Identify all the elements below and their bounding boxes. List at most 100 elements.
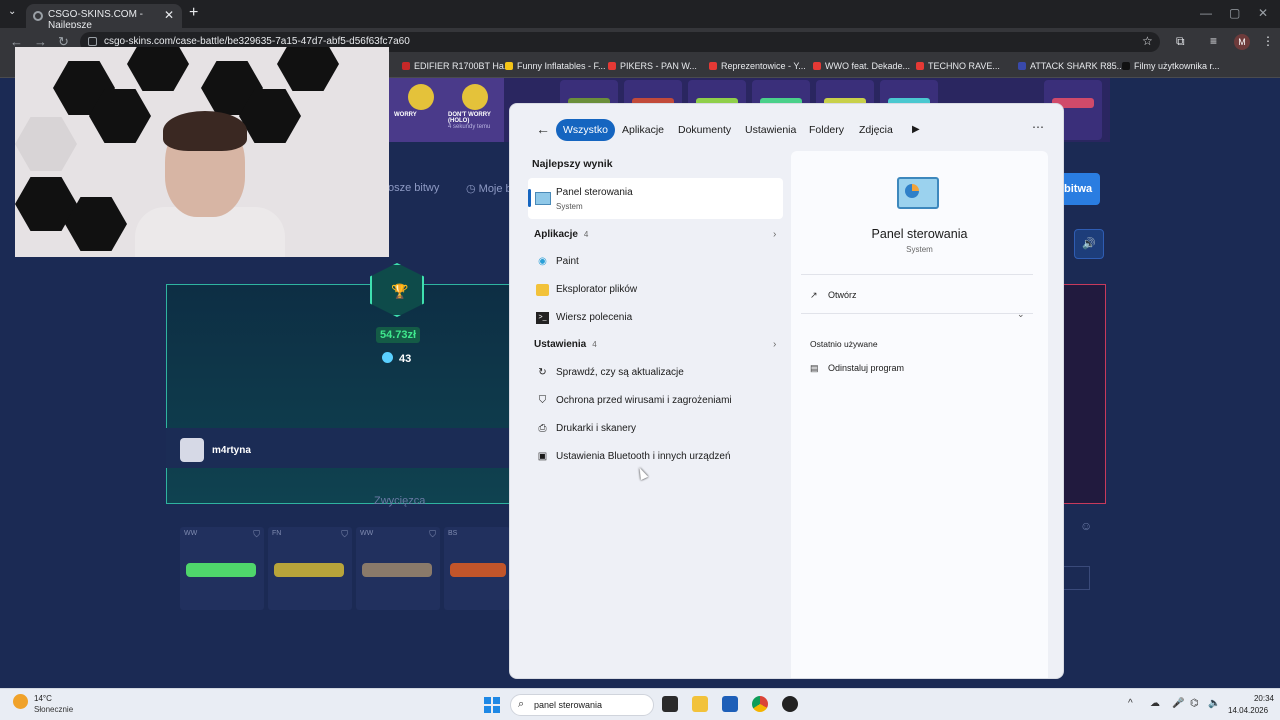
- drop-card-sticker[interactable]: DON'T WORRY (HOLO) 4 sekundy temu: [442, 78, 504, 142]
- bookmark-item[interactable]: Filmy użytkownika r...: [1122, 61, 1220, 71]
- media-icon[interactable]: ≡: [1210, 34, 1217, 48]
- cloud-icon[interactable]: ☁: [1150, 698, 1160, 709]
- file-explorer-icon[interactable]: [692, 696, 708, 712]
- tab-all[interactable]: Wszystko: [556, 119, 615, 141]
- open-action[interactable]: ↗ Otwórz: [810, 290, 857, 301]
- open-external-icon: ↗: [810, 290, 818, 300]
- best-result-item[interactable]: Panel sterowania System: [528, 178, 783, 219]
- url-text: csgo-skins.com/case-battle/be329635-7a15…: [104, 36, 410, 47]
- winner-item-card[interactable]: WW ⛉: [356, 527, 440, 610]
- settings-expand-chevron-icon[interactable]: ›: [773, 339, 776, 350]
- network-icon[interactable]: ⌬: [1190, 698, 1199, 709]
- weapon-skin-icon: [362, 563, 432, 577]
- sticker-icon: [462, 84, 488, 110]
- speaker-icon[interactable]: 🔈: [1208, 698, 1220, 709]
- bookmark-star-icon[interactable]: ☆: [1142, 34, 1153, 48]
- more-tabs-play-icon[interactable]: ▶: [912, 124, 920, 135]
- volume-icon[interactable]: 🔊: [1074, 229, 1104, 259]
- winner-item-card[interactable]: FN ⛉: [268, 527, 352, 610]
- tray-overflow-chevron-icon[interactable]: ^: [1128, 698, 1133, 709]
- refresh-icon: ↻: [538, 367, 547, 378]
- bookmark-favicon-icon: [1018, 62, 1026, 70]
- bookmark-item[interactable]: Funny Inflatables - F...: [505, 61, 606, 71]
- control-panel-large-icon: [897, 177, 939, 209]
- site-info-icon[interactable]: [88, 37, 97, 46]
- search-query: panel sterowania: [534, 700, 603, 710]
- clock-time[interactable]: 20:34: [1248, 694, 1274, 703]
- weapon-skin-icon: [274, 563, 344, 577]
- wall-hex-panel: [127, 47, 189, 91]
- weapon-skin-icon: [450, 563, 506, 577]
- selection-indicator: [528, 189, 531, 207]
- windows-search-flyout: ← Wszystko Aplikacje Dokumenty Ustawieni…: [509, 103, 1064, 679]
- apps-expand-chevron-icon[interactable]: ›: [773, 229, 776, 240]
- weather-temperature[interactable]: 14°C: [34, 694, 52, 703]
- winner-item-card[interactable]: BS: [444, 527, 510, 610]
- terminal-icon: >_: [536, 312, 549, 324]
- wall-hex-panel: [277, 47, 339, 91]
- close-window-icon[interactable]: ✕: [1258, 6, 1268, 20]
- weather-condition[interactable]: Słonecznie: [34, 705, 73, 714]
- more-options-icon[interactable]: ⋯: [1032, 120, 1044, 134]
- bookmark-item[interactable]: TECHNO RAVE...: [916, 61, 1000, 71]
- detail-subtitle: System: [906, 245, 933, 254]
- tab-apps[interactable]: Aplikacje: [615, 119, 671, 141]
- tab-folders[interactable]: Foldery: [802, 119, 851, 141]
- panel-edge: [1064, 566, 1090, 590]
- best-result-type: System: [556, 202, 583, 211]
- expand-chevron-icon[interactable]: ⌄: [1017, 309, 1025, 320]
- chrome-icon[interactable]: [752, 696, 768, 712]
- clock-date[interactable]: 14.04.2026: [1228, 706, 1268, 715]
- bookmark-item[interactable]: WWO feat. Dekade...: [813, 61, 910, 71]
- tab-settings[interactable]: Ustawienia: [738, 119, 803, 141]
- recent-item-uninstall[interactable]: ▤ Odinstaluj program: [810, 363, 904, 374]
- player-avatar[interactable]: [180, 438, 204, 462]
- tab-documents[interactable]: Dokumenty: [671, 119, 738, 141]
- bookmark-item[interactable]: ATTACK SHARK R85...: [1018, 61, 1124, 71]
- site-favicon-icon: [33, 11, 43, 21]
- wall-hex-panel: [15, 117, 77, 171]
- taskbar-search-box[interactable]: ⌕ panel sterowania: [510, 694, 654, 716]
- recent-heading: Ostatnio używane: [810, 339, 878, 349]
- start-button-windows-icon[interactable]: [484, 697, 500, 713]
- menu-icon[interactable]: ⋮: [1262, 34, 1274, 48]
- apps-category[interactable]: Aplikacje 4: [534, 229, 588, 240]
- best-result-heading: Najlepszy wynik: [532, 158, 613, 170]
- profile-avatar[interactable]: M: [1234, 34, 1250, 50]
- tab-search-chevron-icon[interactable]: ⌄: [8, 6, 16, 17]
- emoji-icon[interactable]: ☺: [1080, 519, 1092, 533]
- detail-title: Panel sterowania: [871, 227, 968, 241]
- drop-card-sticker[interactable]: WORRY: [388, 78, 450, 142]
- app-icon[interactable]: [782, 696, 798, 712]
- chart-glyph: [905, 184, 919, 198]
- settings-category[interactable]: Ustawienia 4: [534, 339, 597, 350]
- nav-my-history[interactable]: ◷ Moje b: [466, 182, 512, 195]
- task-view-icon[interactable]: [662, 696, 678, 712]
- microphone-icon[interactable]: 🎤: [1172, 698, 1184, 709]
- weather-sun-icon[interactable]: [13, 694, 28, 709]
- shield-icon: ⛉: [429, 529, 436, 539]
- bookmark-item[interactable]: EDIFIER R1700BT Ha...: [402, 61, 511, 71]
- new-tab-button[interactable]: +: [189, 4, 198, 22]
- nav-my-battles[interactable]: osze bitwy: [388, 182, 439, 194]
- bookmark-favicon-icon: [608, 62, 616, 70]
- extensions-icon[interactable]: ⧉: [1176, 34, 1185, 49]
- bookmark-item[interactable]: PIKERS - PAN W...: [608, 61, 697, 71]
- minimize-icon[interactable]: —: [1200, 6, 1212, 20]
- tab-photos[interactable]: Zdjęcia: [852, 119, 900, 141]
- trophy-icon: 🏆: [391, 283, 409, 299]
- browser-tab-bar: ⌄ CSGO-SKINS.COM - Najlepsze ✕ + — ▢ ✕: [0, 0, 1280, 31]
- winner-item-card[interactable]: WW ⛉: [180, 527, 264, 610]
- bookmark-item[interactable]: Reprezentowice - Y...: [709, 61, 806, 71]
- player-name[interactable]: m4rtyna: [212, 445, 251, 456]
- maximize-icon[interactable]: ▢: [1229, 6, 1240, 20]
- prize-value: 54.73zł: [376, 327, 421, 343]
- battle-player-panel: [166, 284, 510, 504]
- divider: [801, 313, 1033, 314]
- printer-icon: ⎙: [538, 423, 547, 434]
- back-arrow-icon[interactable]: ←: [536, 121, 550, 137]
- browser-tab[interactable]: CSGO-SKINS.COM - Najlepsze ✕: [26, 4, 182, 31]
- store-icon[interactable]: [722, 696, 738, 712]
- control-panel-icon: [535, 192, 551, 205]
- tab-close-icon[interactable]: ✕: [164, 8, 174, 22]
